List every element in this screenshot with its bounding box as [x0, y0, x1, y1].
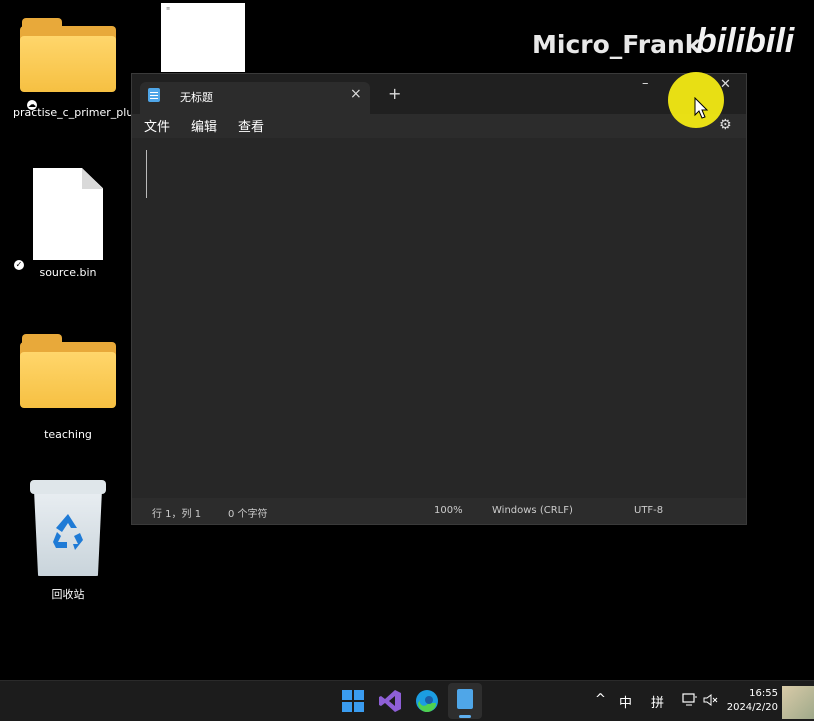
synced-check-icon: ✓: [14, 260, 24, 270]
menu-file[interactable]: 文件: [144, 116, 170, 135]
clock-time: 16:55: [749, 688, 778, 699]
taskbar: ^ 中 拼 16:55 2024/2/20: [0, 680, 814, 721]
edge-browser-icon[interactable]: [414, 688, 440, 714]
volume-muted-icon[interactable]: [703, 693, 719, 707]
menu-bar: 文件 编辑 查看 ⚙: [132, 114, 746, 138]
recycle-bin-icon: [28, 480, 108, 578]
char-count: 0 个字符: [228, 509, 268, 520]
desktop-icon-teaching-folder[interactable]: teaching: [13, 334, 123, 441]
status-bar: 行 1，列 1 0 个字符 100% Windows (CRLF) UTF-8: [132, 498, 746, 524]
tab-title: 无标题: [180, 91, 213, 104]
new-tab-button[interactable]: +: [388, 84, 401, 103]
desktop-icon-label: source.bin: [39, 266, 97, 279]
line-ending[interactable]: Windows (CRLF): [492, 505, 573, 516]
encoding[interactable]: UTF-8: [634, 505, 663, 516]
notepad-taskbar-icon: [457, 689, 473, 709]
desktop-icon-recycle-bin[interactable]: 回收站: [13, 480, 123, 602]
desktop-icon-practise-folder[interactable]: ☁ practise_c_primer_plus: [13, 18, 139, 119]
file-thumbnail[interactable]: ≡: [161, 3, 245, 72]
network-icon[interactable]: [682, 693, 698, 707]
zoom-level[interactable]: 100%: [434, 505, 463, 516]
visual-studio-icon[interactable]: [377, 688, 403, 714]
folder-icon: [20, 334, 116, 408]
taskbar-notepad-active[interactable]: [448, 683, 482, 719]
cloud-sync-icon: ☁: [27, 100, 37, 110]
menu-view[interactable]: 查看: [238, 116, 264, 135]
bilibili-logo: bilibili: [696, 22, 795, 60]
windows-start-icon[interactable]: [340, 688, 366, 714]
thumbnail-text: ≡: [166, 6, 171, 12]
ime-chinese-indicator[interactable]: 中: [619, 692, 632, 711]
file-icon: [33, 168, 103, 260]
tab-close-button[interactable]: ×: [350, 86, 362, 102]
text-caret: [146, 150, 147, 198]
recycle-symbol-icon: [53, 514, 83, 550]
mouse-pointer-icon: [694, 97, 708, 119]
system-clock[interactable]: 16:55 2024/2/20: [722, 687, 778, 715]
ime-pinyin-indicator[interactable]: 拼: [651, 692, 664, 711]
cursor-position: 行 1，列 1: [152, 509, 202, 520]
title-bar[interactable]: 无标题 × + – ✕: [132, 74, 746, 114]
tab-untitled[interactable]: 无标题 ×: [140, 82, 370, 114]
notepad-window[interactable]: 无标题 × + – ✕ 文件 编辑 查看 ⚙ 行 1，列 1 0 个字符 100…: [131, 73, 747, 525]
watermark-author: Micro_Frank: [532, 30, 702, 59]
menu-edit[interactable]: 编辑: [191, 116, 217, 135]
desktop-icon-label: teaching: [44, 428, 92, 441]
gear-icon[interactable]: ⚙: [719, 117, 732, 133]
text-editor[interactable]: [132, 138, 746, 498]
minimize-button[interactable]: –: [642, 76, 649, 91]
folder-icon: [20, 18, 116, 92]
notepad-icon: [148, 88, 160, 102]
webcam-overlay-avatar: [782, 686, 814, 719]
desktop-icon-source-bin[interactable]: ✓ source.bin: [13, 168, 123, 279]
clock-date: 2024/2/20: [726, 702, 778, 713]
tray-chevron-icon[interactable]: ^: [595, 692, 606, 707]
desktop-icon-label: 回收站: [51, 588, 85, 601]
